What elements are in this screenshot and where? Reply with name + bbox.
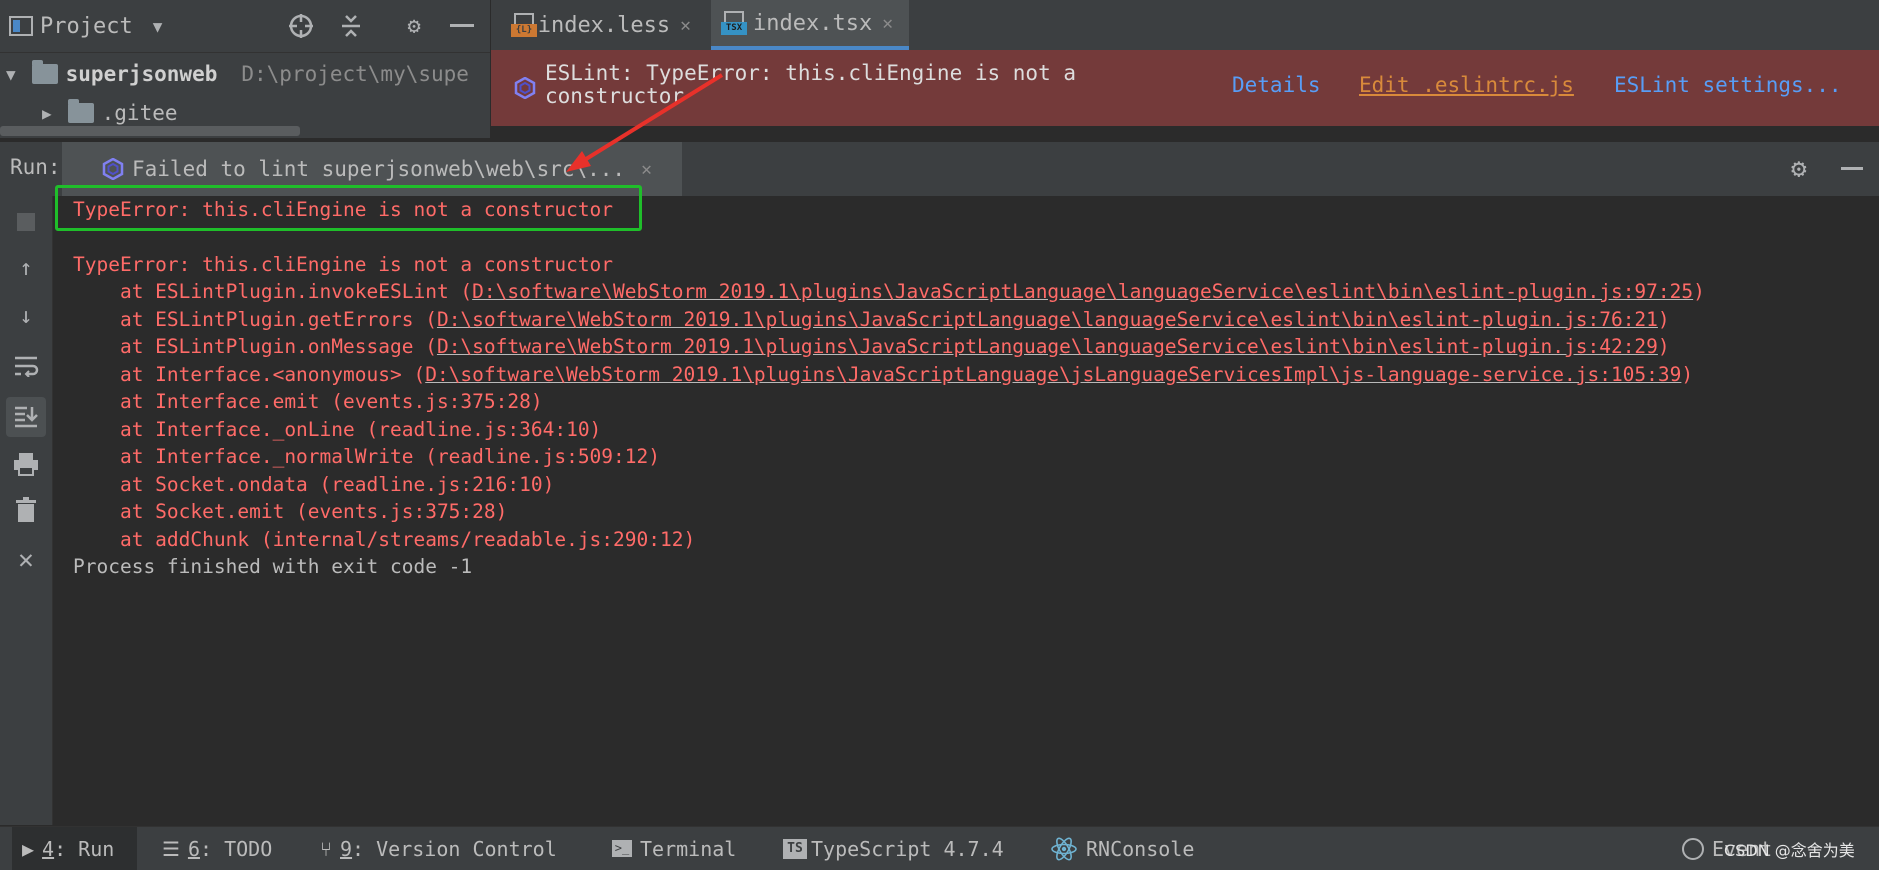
stack-frame-file-link[interactable]: D:\software\WebStorm 2019.1\plugins\Java… <box>472 280 1693 303</box>
status-rnconsole-tab[interactable]: RNConsole <box>1050 827 1194 870</box>
project-view-label: Project <box>40 13 133 39</box>
stack-frame: at Socket.emit (events.js:375:28) <box>73 498 507 525</box>
tsx-file-icon: TSX <box>721 9 747 37</box>
gear-icon[interactable]: ⚙ <box>401 13 427 39</box>
stack-frame-file-link[interactable]: D:\software\WebStorm 2019.1\plugins\Java… <box>437 308 1658 331</box>
less-file-icon: {L} <box>511 11 537 39</box>
print-icon[interactable] <box>12 450 40 478</box>
terminal-icon: >_ <box>612 840 632 857</box>
scroll-to-end-icon[interactable] <box>6 397 46 437</box>
stack-frame-text: at addChunk (internal/streams/readable.j… <box>73 527 696 551</box>
edit-eslintrc-link[interactable]: Edit .eslintrc.js <box>1359 73 1574 97</box>
gear-icon[interactable]: ⚙ <box>1791 154 1807 184</box>
stack-frame-text: at ESLintPlugin.invokeESLint ( <box>73 280 473 303</box>
tab-index-less[interactable]: {L} index.less ✕ <box>501 0 701 50</box>
stack-frame: at Interface.<anonymous> (D:\software\We… <box>73 361 1693 388</box>
close-icon[interactable]: ✕ <box>680 15 691 36</box>
folder-icon <box>67 99 94 123</box>
root-folder-name: superjsonweb <box>65 62 218 86</box>
stack-frame: at Interface._onLine (readline.js:364:10… <box>73 416 601 443</box>
error-highlight-box <box>55 185 642 231</box>
stack-frame-suffix: ) <box>1657 335 1670 358</box>
editor-tab-bar: {L} index.less ✕ TSX index.tsx ✕ <box>491 0 1879 51</box>
tab-index-tsx[interactable]: TSX index.tsx ✕ <box>711 0 909 50</box>
event-log-icon <box>1682 837 1704 860</box>
project-panel: Project ▼ ⚙ ▼ superjsonweb D:\project\my… <box>0 0 491 138</box>
project-view-selector[interactable]: Project ▼ <box>8 14 162 39</box>
collapsed-arrow-icon: ▶ <box>42 103 52 123</box>
stack-frame-file-link[interactable]: D:\software\WebStorm 2019.1\plugins\Java… <box>437 335 1658 358</box>
eslint-icon <box>102 158 124 180</box>
folder-name: .gitee <box>101 101 178 125</box>
stack-frame-text: at Interface._onLine (readline.js:364:10… <box>73 417 602 441</box>
stack-frame-text: at ESLintPlugin.getErrors ( <box>73 307 437 331</box>
vcs-icon: ⑂ <box>320 836 332 861</box>
stack-frame-suffix: ) <box>1681 362 1694 386</box>
minimize-icon[interactable] <box>1841 167 1863 170</box>
close-icon[interactable]: ✕ <box>641 159 652 180</box>
stack-frame: at addChunk (internal/streams/readable.j… <box>73 526 695 553</box>
list-icon: ☰ <box>162 836 180 861</box>
stack-frame-suffix: ) <box>1657 307 1670 331</box>
stack-frame: at ESLintPlugin.invokeESLint (D:\softwar… <box>73 278 1705 305</box>
stack-frame: at ESLintPlugin.onMessage (D:\software\W… <box>73 333 1670 360</box>
react-icon <box>1051 837 1077 860</box>
close-icon[interactable]: ✕ <box>882 13 893 34</box>
soft-wrap-icon[interactable] <box>12 352 40 380</box>
eslint-settings-link[interactable]: ESLint settings... <box>1614 73 1842 97</box>
watermark: CSDN @念舍为美 <box>1724 840 1855 860</box>
stack-frame-text: at ESLintPlugin.onMessage ( <box>73 335 437 358</box>
banner-message: ESLint: TypeError: this.cliEngine is not… <box>545 62 1076 108</box>
status-terminal-tab[interactable]: >_ Terminal <box>612 827 736 870</box>
collapse-all-icon[interactable] <box>338 13 364 39</box>
stack-frame: at ESLintPlugin.getErrors (D:\software\W… <box>73 306 1670 333</box>
stack-frame: at Interface._normalWrite (readline.js:5… <box>73 443 660 470</box>
status-bar: ▶ 4: Run ☰ 6: TODO ⑂ 9: Version Control … <box>0 826 1879 870</box>
run-label: Run: <box>10 155 61 179</box>
expanded-arrow-icon: ▼ <box>6 64 16 84</box>
banner-message-line2: constructor <box>545 84 685 108</box>
details-link[interactable]: Details <box>1232 73 1321 97</box>
tree-item-root[interactable]: ▼ superjsonweb D:\project\my\supe <box>0 56 469 92</box>
status-run-tab[interactable]: ▶ 4: Run <box>12 827 137 870</box>
status-typescript-tab[interactable]: TS TypeScript 4.7.4 <box>783 827 1004 870</box>
console-exit-line: Process finished with exit code -1 <box>73 555 473 578</box>
project-panel-header: Project ▼ ⚙ <box>0 0 490 53</box>
eslint-error-banner: ESLint: TypeError: this.cliEngine is not… <box>491 50 1879 126</box>
project-icon <box>9 16 33 36</box>
status-todo-tab[interactable]: ☰ 6: TODO <box>162 827 272 870</box>
eslint-icon <box>514 77 536 99</box>
arrow-down-icon[interactable]: ↓ <box>12 302 40 330</box>
stack-frame-text: at Interface.<anonymous> ( <box>73 362 426 386</box>
horizontal-scrollbar[interactable] <box>0 126 300 136</box>
stack-frame-text: at Interface._normalWrite (readline.js:5… <box>73 445 660 468</box>
tab-label: index.tsx <box>753 10 873 36</box>
stack-frame: at Socket.ondata (readline.js:216:10) <box>73 471 554 498</box>
stack-frame: at Interface.emit (events.js:375:28) <box>73 388 543 415</box>
status-version-control-tab[interactable]: ⑂ 9: Version Control <box>320 827 557 870</box>
folder-icon <box>31 60 58 84</box>
stack-frame-text: at Socket.emit (events.js:375:28) <box>73 500 508 523</box>
arrow-up-icon[interactable]: ↑ <box>12 254 40 282</box>
stack-frame-file-link[interactable]: D:\software\WebStorm 2019.1\plugins\Java… <box>425 363 1681 386</box>
root-folder-path: D:\project\my\supe <box>241 62 469 86</box>
close-icon[interactable]: ✕ <box>12 545 40 575</box>
typescript-icon: TS <box>783 838 807 859</box>
stack-frame-suffix: ) <box>1693 280 1705 303</box>
chevron-down-icon: ▼ <box>152 16 163 36</box>
stack-frame-text: at Socket.ondata (readline.js:216:10) <box>73 472 555 496</box>
banner-message-line1: ESLint: TypeError: this.cliEngine is not… <box>545 61 1077 85</box>
trash-icon[interactable] <box>12 496 40 524</box>
run-toolbar: ↑ ↓ ✕ <box>0 196 53 825</box>
console-error-title: TypeError: this.cliEngine is not a const… <box>73 253 614 276</box>
run-tab-title: Failed to lint superjsonweb\web\src\... <box>132 157 626 181</box>
tab-label: index.less <box>537 12 671 38</box>
locate-icon[interactable] <box>288 13 314 39</box>
play-icon: ▶ <box>22 836 35 861</box>
stop-icon[interactable] <box>12 208 40 236</box>
console-output[interactable]: TypeError: this.cliEngine is not a const… <box>53 196 1879 825</box>
stack-frame-text: at Interface.emit (events.js:375:28) <box>73 390 543 413</box>
minimize-icon[interactable] <box>449 13 475 39</box>
